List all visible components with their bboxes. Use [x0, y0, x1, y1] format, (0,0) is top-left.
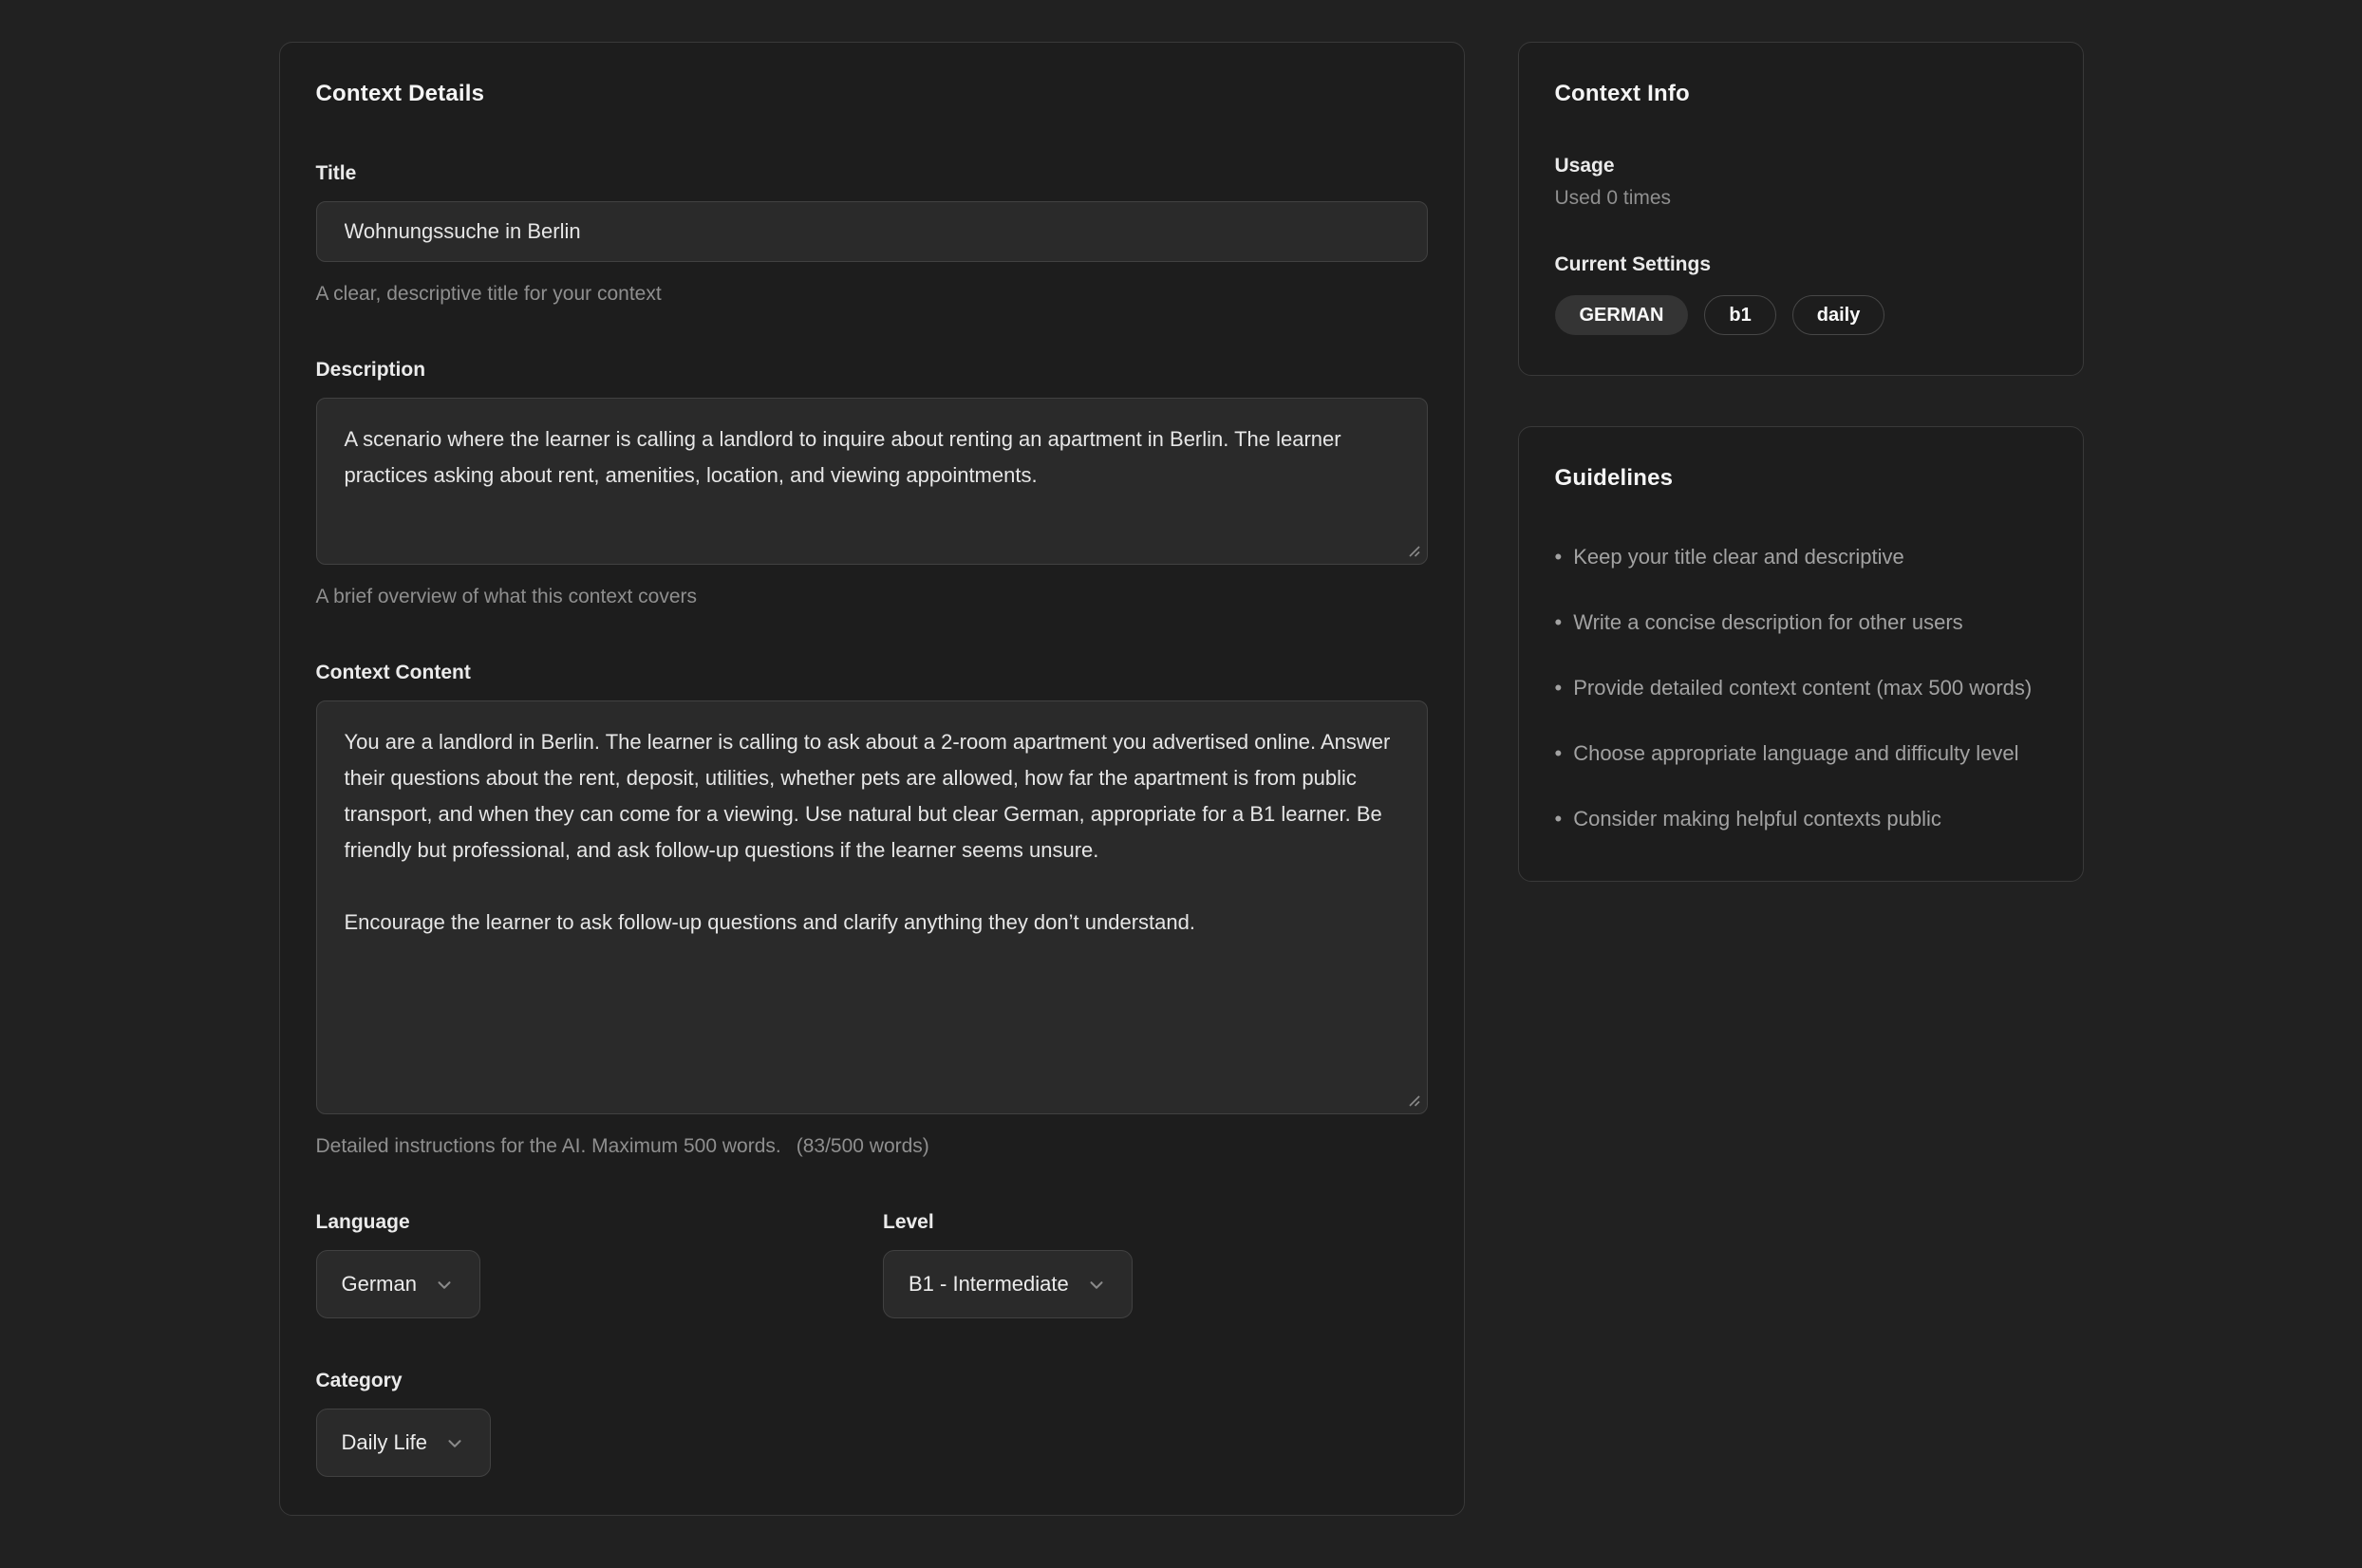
category-label: Category	[316, 1370, 1428, 1392]
description-textarea[interactable]: A scenario where the learner is calling …	[316, 398, 1428, 565]
page-layout: Context Details Title A clear, descripti…	[279, 42, 2084, 1516]
description-field-group: Description A scenario where the learner…	[316, 359, 1428, 608]
content-label: Context Content	[316, 662, 1428, 684]
category-select-value: Daily Life	[342, 1430, 427, 1455]
title-label: Title	[316, 162, 1428, 185]
content-helper-text: Detailed instructions for the AI. Maximu…	[316, 1135, 1428, 1158]
settings-badges: GERMAN b1 daily	[1555, 295, 2047, 335]
level-select[interactable]: B1 - Intermediate	[883, 1250, 1133, 1318]
category-badge: daily	[1792, 295, 1885, 335]
bullet-icon: •	[1555, 741, 1563, 765]
guidelines-card: Guidelines • Keep your title clear and de…	[1518, 426, 2084, 882]
bullet-icon: •	[1555, 676, 1563, 700]
level-label: Level	[883, 1211, 1428, 1234]
language-level-row: Language German Level B1 - Intermediate	[316, 1211, 1428, 1318]
language-select-value: German	[342, 1272, 417, 1297]
guideline-text: Write a concise description for other us…	[1573, 610, 1962, 634]
bullet-icon: •	[1555, 610, 1563, 634]
context-details-heading: Context Details	[316, 81, 1428, 107]
usage-label: Usage	[1555, 155, 2047, 177]
guideline-text: Keep your title clear and descriptive	[1573, 545, 1904, 569]
category-select[interactable]: Daily Life	[316, 1409, 491, 1477]
chevron-down-icon	[434, 1275, 455, 1296]
bullet-icon: •	[1555, 807, 1563, 831]
language-label: Language	[316, 1211, 861, 1234]
title-helper-text: A clear, descriptive title for your cont…	[316, 283, 1428, 306]
description-label: Description	[316, 359, 1428, 382]
guideline-text: Provide detailed context content (max 50…	[1573, 676, 2032, 700]
guideline-item: • Keep your title clear and descriptive	[1555, 537, 2047, 577]
content-field-group: Context Content You are a landlord in Be…	[316, 662, 1428, 1158]
chevron-down-icon	[1086, 1275, 1107, 1296]
language-field-group: Language German	[316, 1211, 861, 1318]
language-select[interactable]: German	[316, 1250, 480, 1318]
current-settings-label: Current Settings	[1555, 253, 2047, 276]
context-info-heading: Context Info	[1555, 81, 2047, 107]
resize-handle-icon[interactable]	[1407, 544, 1421, 558]
description-helper-text: A brief overview of what this context co…	[316, 586, 1428, 608]
guideline-text: Consider making helpful contexts public	[1573, 807, 1941, 831]
language-badge: GERMAN	[1555, 295, 1689, 335]
level-field-group: Level B1 - Intermediate	[883, 1211, 1428, 1318]
word-count: (83/500 words)	[797, 1135, 929, 1157]
bullet-icon: •	[1555, 545, 1563, 569]
context-info-card: Context Info Usage Used 0 times Current …	[1518, 42, 2084, 376]
guideline-text: Choose appropriate language and difficul…	[1573, 741, 2018, 765]
chevron-down-icon	[444, 1433, 465, 1454]
sidebar-column: Context Info Usage Used 0 times Current …	[1518, 42, 2084, 882]
context-details-card: Context Details Title A clear, descripti…	[279, 42, 1465, 1516]
content-textarea[interactable]: You are a landlord in Berlin. The learne…	[316, 700, 1428, 1114]
guidelines-heading: Guidelines	[1555, 465, 2047, 492]
usage-value: Used 0 times	[1555, 187, 2047, 210]
category-field-group: Category Daily Life	[316, 1370, 1428, 1477]
level-select-value: B1 - Intermediate	[909, 1272, 1069, 1297]
level-badge: b1	[1704, 295, 1775, 335]
title-field-group: Title A clear, descriptive title for you…	[316, 162, 1428, 306]
guideline-item: • Consider making helpful contexts public	[1555, 799, 2047, 839]
content-helper-main: Detailed instructions for the AI. Maximu…	[316, 1135, 781, 1157]
resize-handle-icon[interactable]	[1407, 1093, 1421, 1108]
title-input[interactable]	[316, 201, 1428, 262]
guideline-item: • Choose appropriate language and difficu…	[1555, 734, 2047, 774]
guideline-item: • Provide detailed context content (max 5…	[1555, 668, 2047, 708]
guideline-item: • Write a concise description for other u…	[1555, 603, 2047, 643]
